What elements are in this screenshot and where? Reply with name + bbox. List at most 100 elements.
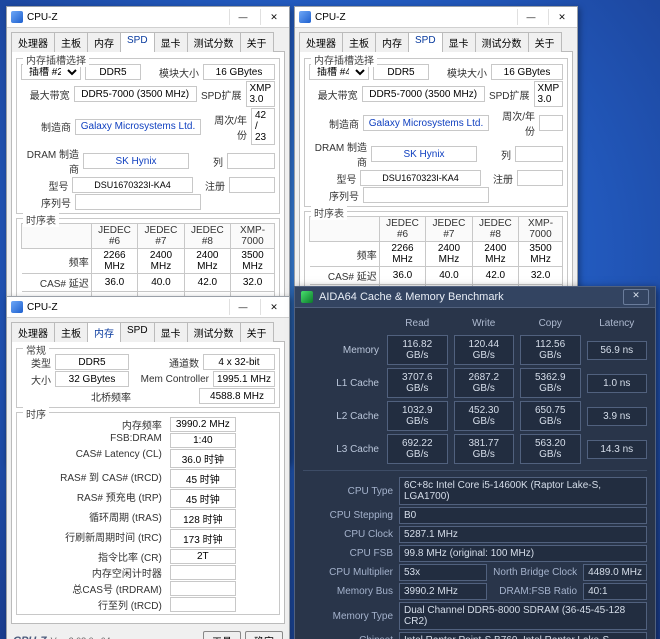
close-button[interactable]: ✕ (260, 9, 287, 25)
trcd: 45 时钟 (170, 469, 236, 488)
mem-type: DDR5 (373, 64, 429, 80)
mfr[interactable]: Galaxy Microsystems Ltd. (75, 119, 201, 135)
mem-type: DDR5 (85, 64, 141, 80)
rank (227, 153, 275, 169)
trdram (170, 581, 236, 596)
tras: 128 时钟 (170, 509, 236, 528)
module-size: 16 GBytes (491, 64, 563, 80)
window-title: CPU-Z (27, 302, 225, 313)
tab-cpu[interactable]: 处理器 (11, 322, 55, 342)
serial (75, 194, 201, 210)
group-timing: 时序表 (311, 205, 347, 220)
lbl-drammfr: DRAM 制造商 (309, 139, 367, 169)
lbl-reg: 注册 (197, 178, 225, 193)
tab-bench[interactable]: 测试分数 (187, 32, 241, 52)
lbl-trtr: 行至列 (tRCD) (60, 597, 164, 612)
tab-about[interactable]: 关于 (240, 32, 274, 52)
version: Ver. 2.08.0.x64 (51, 636, 199, 639)
part-number: DSU1670323I-KA4 (72, 177, 192, 193)
dram-mfr[interactable]: SK Hynix (371, 146, 477, 162)
app-icon (11, 301, 23, 313)
tab-mem[interactable]: 内存 (87, 322, 121, 342)
aida-icon (301, 291, 313, 303)
lbl-drammfr: DRAM 制造商 (21, 146, 79, 176)
tab-cpu[interactable]: 处理器 (11, 32, 55, 52)
close-button[interactable]: ✕ (260, 299, 287, 315)
group-slot-select: 内存插槽选择 (23, 52, 89, 67)
week: 42 / 23 (251, 108, 275, 145)
aida-row-l3: L3 Cache 692.22 GB/s381.77 GB/s563.20 GB… (303, 434, 647, 464)
group-general: 常规 (23, 342, 49, 357)
lbl-mfr: 制造商 (309, 116, 359, 131)
lbl-module-size: 模块大小 (433, 65, 487, 80)
mem-type: DDR5 (55, 354, 129, 370)
tab-about[interactable]: 关于 (240, 322, 274, 342)
spd-ext: XMP 3.0 (534, 81, 564, 107)
cr: 2T (170, 549, 236, 564)
close-button[interactable]: ✕ (548, 9, 575, 25)
lbl-trdram: 总CAS号 (tRDRAM) (60, 581, 164, 596)
reg (229, 177, 275, 193)
serial (363, 187, 489, 203)
app-icon (299, 11, 311, 23)
rank (515, 146, 563, 162)
tabstrip: 处理器 主板 内存 SPD 显卡 测试分数 关于 (295, 28, 577, 52)
app-icon (11, 11, 23, 23)
lbl-reg: 注册 (485, 171, 513, 186)
cl: 36.0 时钟 (170, 449, 236, 468)
tab-mb[interactable]: 主板 (54, 32, 88, 52)
tab-bench[interactable]: 测试分数 (475, 32, 529, 52)
tab-mem[interactable]: 内存 (87, 32, 121, 52)
max-bw: DDR5-7000 (3500 MHz) (362, 86, 485, 102)
lbl-channels: 通道数 (133, 355, 199, 370)
tab-gpu[interactable]: 显卡 (442, 32, 476, 52)
dram-freq: 3990.2 MHz (170, 417, 236, 432)
window-title: CPU-Z (315, 12, 513, 23)
uncore-freq: 4588.8 MHz (199, 388, 275, 404)
lbl-week: 周次/年份 (205, 112, 247, 142)
tab-mem[interactable]: 内存 (375, 32, 409, 52)
tab-spd[interactable]: SPD (120, 322, 155, 342)
tab-bench[interactable]: 测试分数 (187, 322, 241, 342)
minimize-button[interactable]: — (517, 9, 544, 25)
trp: 45 时钟 (170, 489, 236, 508)
cpuz-logo: CPU-Z (13, 635, 47, 639)
lbl-spdext: SPD扩展 (201, 87, 242, 102)
lbl-trc: 行刷新周期时间 (tRC) (60, 529, 164, 548)
aida-info-grid: CPU Type6C+8c Intel Core i5-14600K (Rapt… (303, 477, 647, 639)
lbl-idle: 内存空闲计时器 (60, 565, 164, 580)
lbl-partnum: 型号 (21, 178, 68, 193)
tab-mb[interactable]: 主板 (54, 322, 88, 342)
lbl-spdext: SPD扩展 (489, 87, 530, 102)
tab-cpu[interactable]: 处理器 (299, 32, 343, 52)
tab-gpu[interactable]: 显卡 (154, 322, 188, 342)
max-bw: DDR5-7000 (3500 MHz) (74, 86, 197, 102)
group-timing: 时序表 (23, 212, 59, 227)
tab-mb[interactable]: 主板 (342, 32, 376, 52)
lbl-uncore: 北桥频率 (21, 389, 131, 404)
lbl-mem-controller: Mem Controller (133, 374, 209, 385)
lbl-dram-freq: 内存频率 (60, 417, 164, 432)
lbl-tras: 循环周期 (tRAS) (60, 509, 164, 528)
ok-button[interactable]: 确定 (245, 631, 283, 639)
aida-row-l2: L2 Cache 1032.9 GB/s452.30 GB/s650.75 GB… (303, 401, 647, 431)
part-number: DSU1670323I-KA4 (360, 170, 480, 186)
aida-header-row: Read Write Copy Latency (303, 318, 647, 329)
idle-timer (170, 565, 236, 580)
tab-spd[interactable]: SPD (408, 32, 443, 52)
aida-close-button[interactable]: ✕ (623, 289, 649, 305)
tools-button[interactable]: 工具 (203, 631, 241, 639)
trc: 173 时钟 (170, 529, 236, 548)
aida-title: AIDA64 Cache & Memory Benchmark (319, 291, 613, 303)
reg (517, 170, 563, 186)
tab-gpu[interactable]: 显卡 (154, 32, 188, 52)
tab-about[interactable]: 关于 (528, 32, 562, 52)
tab-spd[interactable]: SPD (120, 32, 155, 52)
minimize-button[interactable]: — (229, 9, 256, 25)
dram-mfr[interactable]: SK Hynix (83, 153, 189, 169)
spd-ext: XMP 3.0 (246, 81, 276, 107)
mfr[interactable]: Galaxy Microsystems Ltd. (363, 115, 489, 131)
minimize-button[interactable]: — (229, 299, 256, 315)
lbl-fsb-dram: FSB:DRAM (60, 433, 164, 448)
lbl-week: 周次/年份 (493, 108, 535, 138)
